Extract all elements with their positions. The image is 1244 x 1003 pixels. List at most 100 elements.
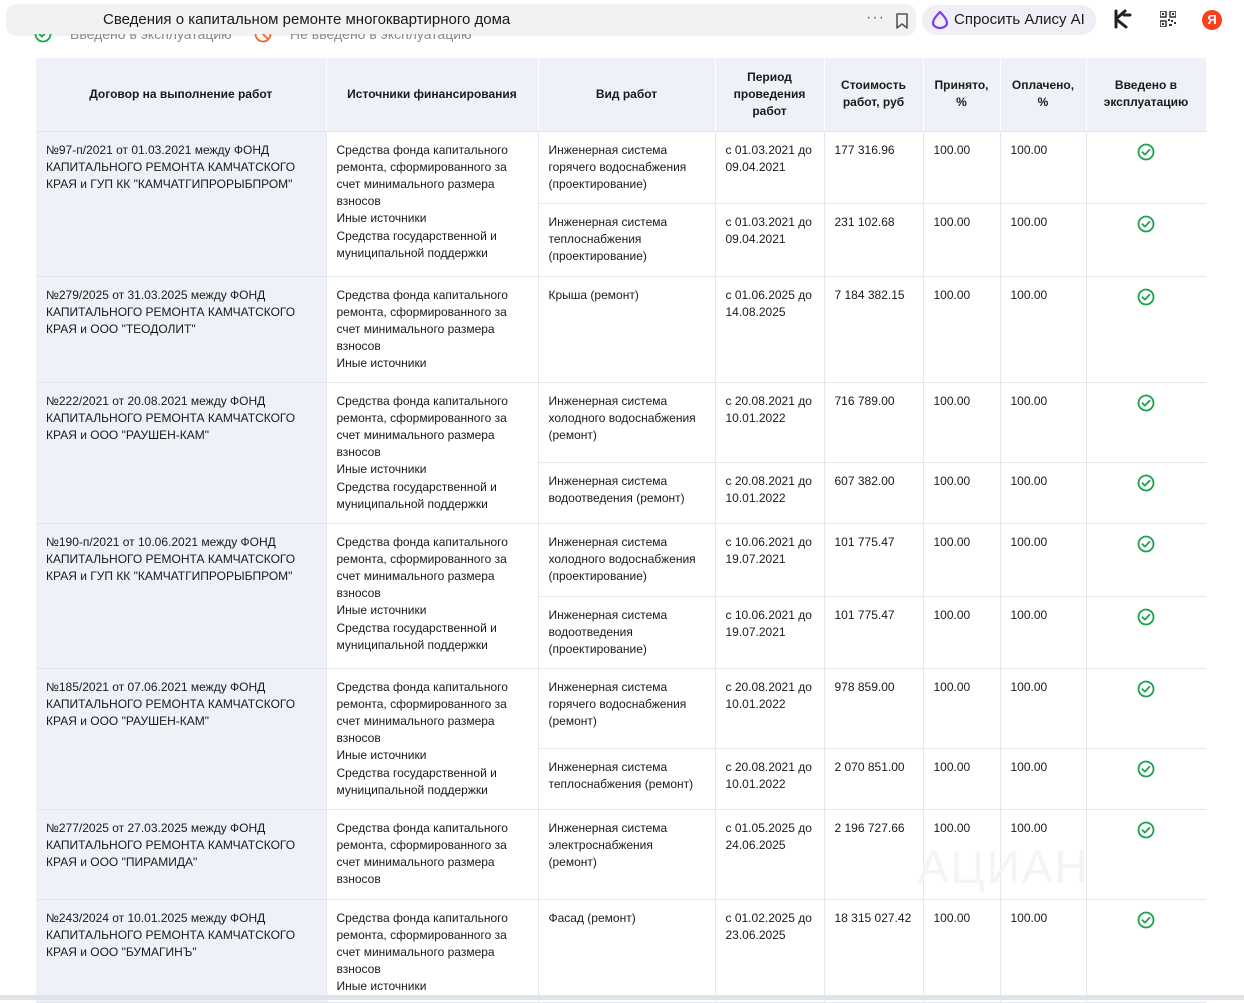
cost-cell: 7 184 382.15: [824, 276, 924, 383]
funding-source-item: Средства фонда капитального ремонта, сфо…: [336, 534, 508, 601]
accepted-cell: 100.00: [923, 523, 1001, 597]
in-operation-cell: [1086, 462, 1206, 524]
period-cell: с 10.06.2021 до 19.07.2021: [715, 596, 825, 669]
funding-sources-cell: Средства фонда капитального ремонта, сфо…: [326, 131, 539, 277]
contract-cell: №190-п/2021 от 10.06.2021 между ФОНД КАП…: [36, 523, 327, 669]
funding-sources-cell: Средства фонда капитального ремонта, сфо…: [326, 276, 539, 383]
funding-source-item: Иные источники: [336, 748, 427, 763]
accepted-cell: 100.00: [923, 462, 1001, 524]
funding-source-item: Средства фонда капитального ремонта, сфо…: [336, 142, 508, 209]
legend-in-operation-label: Введено в эксплуатацию: [70, 34, 232, 42]
work-type-cell: Инженерная система теплоснабжения (проек…: [538, 203, 716, 277]
paid-cell: 100.00: [1000, 523, 1087, 597]
funding-source-item: Средства государственной и муниципальной…: [336, 765, 497, 797]
period-cell: с 20.08.2021 до 10.01.2022: [715, 668, 825, 749]
check-circle-icon: [1137, 608, 1155, 629]
period-cell: с 01.03.2021 до 09.04.2021: [715, 203, 825, 277]
k-logo-icon[interactable]: [1113, 9, 1133, 34]
header-accepted: Принято, %: [923, 58, 1001, 132]
work-type-cell: Инженерная система горячего водоснабжени…: [538, 131, 716, 204]
qr-code-icon[interactable]: [1159, 10, 1177, 32]
check-circle-icon: [1137, 215, 1155, 236]
contract-cell: №97-п/2021 от 01.03.2021 между ФОНД КАПИ…: [36, 131, 327, 277]
in-operation-cell: [1086, 131, 1206, 204]
cost-cell: 177 316.96: [824, 131, 924, 204]
period-cell: с 01.03.2021 до 09.04.2021: [715, 131, 825, 204]
work-type-cell: Инженерная система горячего водоснабжени…: [538, 668, 716, 749]
accepted-cell: 100.00: [923, 382, 1001, 463]
more-menu-button[interactable]: ···: [866, 9, 885, 27]
in-operation-cell: [1086, 523, 1206, 597]
paid-cell: 100.00: [1000, 276, 1087, 383]
ask-alice-button[interactable]: Спросить Алису AI: [922, 5, 1096, 35]
check-circle-icon: [1137, 535, 1155, 556]
funding-source-item: Средства государственной и муниципальной…: [336, 228, 497, 260]
funding-sources-cell: Средства фонда капитального ремонта, сфо…: [326, 668, 539, 810]
check-circle-icon: [34, 34, 52, 43]
alice-ring-icon: [930, 10, 950, 35]
cost-cell: 2 196 727.66: [824, 809, 924, 900]
accepted-cell: 100.00: [923, 131, 1001, 204]
in-operation-cell: [1086, 809, 1206, 900]
check-circle-icon: [1137, 680, 1155, 701]
paid-cell: 100.00: [1000, 748, 1087, 810]
cost-cell: 101 775.47: [824, 596, 924, 669]
in-operation-cell: [1086, 899, 1206, 1003]
header-in-operation: Введено в эксплуатацию: [1086, 58, 1207, 132]
legend-in-operation: Введено в эксплуатацию: [34, 34, 232, 43]
in-operation-cell: [1086, 596, 1206, 669]
period-cell: с 01.06.2025 до 14.08.2025: [715, 276, 825, 383]
period-cell: с 20.08.2021 до 10.01.2022: [715, 748, 825, 810]
legend-not-in-operation-label: Не введено в эксплуатацию: [290, 34, 472, 42]
funding-source-item: Средства фонда капитального ремонта, сфо…: [336, 820, 508, 887]
funding-source-item: Средства государственной и муниципальной…: [336, 479, 497, 511]
address-bar[interactable]: Сведения о капитальном ремонте многоквар…: [6, 4, 916, 36]
status-legend: Введено в эксплуатацию Не введено в эксп…: [34, 34, 634, 48]
period-cell: с 20.08.2021 до 10.01.2022: [715, 462, 825, 524]
cost-cell: 716 789.00: [824, 382, 924, 463]
accepted-cell: 100.00: [923, 203, 1001, 277]
header-period: Период проведения работ: [715, 58, 825, 132]
accepted-cell: 100.00: [923, 276, 1001, 383]
funding-source-item: Иные источники: [336, 603, 427, 618]
in-operation-cell: [1086, 668, 1206, 749]
funding-sources-cell: Средства фонда капитального ремонта, сфо…: [326, 809, 539, 900]
header-work-type: Вид работ: [538, 58, 716, 132]
work-type-cell: Инженерная система водоотведения (проект…: [538, 596, 716, 669]
contract-cell: №222/2021 от 20.08.2021 между ФОНД КАПИТ…: [36, 382, 327, 524]
contract-cell: №185/2021 от 07.06.2021 между ФОНД КАПИТ…: [36, 668, 327, 810]
in-operation-cell: [1086, 203, 1206, 277]
accepted-cell: 100.00: [923, 748, 1001, 810]
bookmark-icon[interactable]: [895, 13, 909, 34]
page-title: Сведения о капитальном ремонте многоквар…: [103, 11, 511, 28]
paid-cell: 100.00: [1000, 596, 1087, 669]
check-circle-icon: [1137, 474, 1155, 495]
work-type-cell: Инженерная система холодного водоснабжен…: [538, 523, 716, 597]
accepted-cell: 100.00: [923, 899, 1001, 1003]
header-contract: Договор на выполнение работ: [36, 58, 327, 132]
funding-source-item: Средства фонда капитального ремонта, сфо…: [336, 679, 508, 746]
cost-cell: 607 382.00: [824, 462, 924, 524]
check-circle-icon: [1137, 143, 1155, 164]
header-sources: Источники финансирования: [326, 58, 539, 132]
work-type-cell: Инженерная система электроснабжения (рем…: [538, 809, 716, 900]
work-type-cell: Инженерная система водоотведения (ремонт…: [538, 462, 716, 524]
funding-source-item: Средства государственной и муниципальной…: [336, 620, 497, 652]
table-row: №97-п/2021 от 01.03.2021 между ФОНД КАПИ…: [36, 131, 1206, 277]
bottom-scroll-strip: [0, 995, 1244, 1000]
check-circle-icon: [1137, 760, 1155, 781]
yandex-logo-icon[interactable]: Я: [1202, 10, 1222, 30]
funding-source-item: Иные источники: [336, 356, 427, 371]
check-circle-icon: [1137, 821, 1155, 842]
table-header-row: Договор на выполнение работ Источники фи…: [36, 58, 1207, 132]
work-type-cell: Инженерная система теплоснабжения (ремон…: [538, 748, 716, 810]
funding-source-item: Средства фонда капитального ремонта, сфо…: [336, 910, 508, 977]
funding-source-item: Средства фонда капитального ремонта, сфо…: [336, 393, 508, 460]
period-cell: с 10.06.2021 до 19.07.2021: [715, 523, 825, 597]
funding-source-item: Иные источники: [336, 211, 427, 226]
check-circle-icon: [1137, 911, 1155, 932]
watermark: АЦИАН: [918, 841, 1090, 893]
funding-source-item: Иные источники: [336, 979, 427, 994]
accepted-cell: 100.00: [923, 668, 1001, 749]
table-row: №222/2021 от 20.08.2021 между ФОНД КАПИТ…: [36, 382, 1206, 524]
